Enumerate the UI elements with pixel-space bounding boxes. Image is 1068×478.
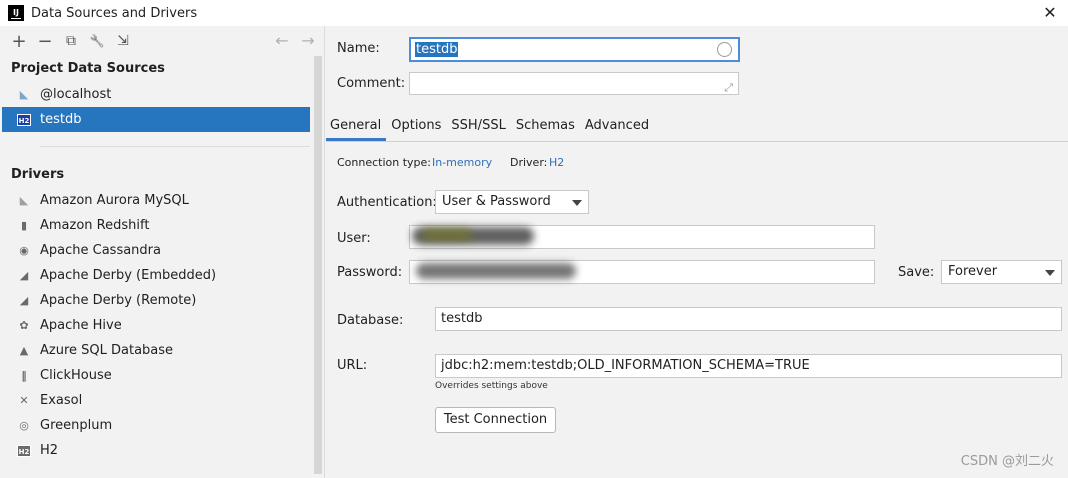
toolbar: + − ⧉ 🔧 ⇲ ← → (0, 26, 324, 56)
driver-apache-derby-remote[interactable]: ◢ Apache Derby (Remote) (0, 288, 324, 313)
derby-hat-icon: ◢ (19, 294, 29, 307)
authentication-label: Authentication: (337, 195, 437, 210)
driver-label: Apache Derby (Embedded) (40, 268, 217, 283)
mysql-dolphin-icon: ◣ (19, 194, 29, 207)
database-label: Database: (337, 313, 404, 328)
driver-label: Apache Hive (40, 318, 122, 333)
url-label: URL: (337, 358, 368, 373)
user-label: User: (337, 231, 371, 246)
separator (40, 146, 310, 147)
chevron-down-icon (1045, 270, 1055, 276)
driver-label: Greenplum (40, 418, 113, 433)
add-icon[interactable]: + (8, 30, 30, 52)
mysql-dolphin-icon: ◣ (19, 88, 29, 101)
driver-label: Driver: (510, 156, 548, 169)
driver-label: Azure SQL Database (40, 343, 174, 358)
driver-amazon-redshift[interactable]: ▮ Amazon Redshift (0, 213, 324, 238)
tab-general[interactable]: General (326, 112, 387, 141)
redacted-password (416, 263, 576, 279)
wrench-icon[interactable]: 🔧 (86, 30, 108, 52)
save-value: Forever (948, 264, 998, 279)
driver-amazon-aurora-mysql[interactable]: ◣ Amazon Aurora MySQL (0, 188, 324, 213)
driver-greenplum[interactable]: ◎ Greenplum (0, 413, 324, 438)
authentication-dropdown[interactable]: User & Password (435, 190, 589, 214)
azure-icon: ▲ (19, 344, 29, 357)
driver-apache-derby-embedded[interactable]: ◢ Apache Derby (Embedded) (0, 263, 324, 288)
tab-advanced[interactable]: Advanced (580, 112, 654, 141)
redacted-user-overlay (422, 228, 472, 241)
save-dropdown[interactable]: Forever (941, 260, 1062, 284)
sidebar-scrollbar[interactable] (314, 56, 322, 474)
url-field[interactable]: jdbc:h2:mem:testdb;OLD_INFORMATION_SCHEM… (435, 354, 1062, 378)
remove-icon[interactable]: − (34, 30, 56, 52)
cassandra-eye-icon: ◉ (19, 244, 29, 257)
greenplum-icon: ◎ (19, 419, 29, 432)
watermark: CSDN @刘二火 (960, 454, 1054, 469)
intellij-logo-icon: IJ (8, 5, 24, 21)
driver-apache-cassandra[interactable]: ◉ Apache Cassandra (0, 238, 324, 263)
tab-options[interactable]: Options (386, 112, 446, 141)
comment-field[interactable]: ⤢ (409, 72, 739, 95)
clickhouse-icon: ‖ (21, 369, 27, 382)
driver-label: Amazon Redshift (40, 218, 150, 233)
derby-hat-icon: ◢ (19, 269, 29, 282)
comment-label: Comment: (337, 76, 406, 91)
redshift-icon: ▮ (20, 219, 28, 232)
database-value: testdb (441, 311, 483, 326)
connection-type-label: Connection type: (337, 156, 432, 169)
duplicate-icon[interactable]: ⧉ (60, 30, 82, 52)
import-icon[interactable]: ⇲ (112, 30, 134, 52)
tab-schemas[interactable]: Schemas (511, 112, 580, 141)
back-arrow-icon[interactable]: ← (271, 30, 293, 52)
driver-label: ClickHouse (40, 368, 112, 383)
driver-label: H2 (40, 443, 59, 458)
left-panel: + − ⧉ 🔧 ⇲ ← → Project Data Sources ◣ @lo… (0, 26, 325, 478)
driver-link[interactable]: H2 (549, 156, 564, 169)
exasol-icon: ✕ (19, 394, 29, 407)
driver-azure-sql-database[interactable]: ▲ Azure SQL Database (0, 338, 324, 363)
drivers-header: Drivers (11, 167, 65, 182)
datasource-testdb[interactable]: H2 testdb (2, 107, 310, 132)
datasource-localhost[interactable]: ◣ @localhost (0, 82, 324, 107)
close-button[interactable]: ✕ (1040, 3, 1060, 23)
expand-icon[interactable]: ⤢ (724, 77, 733, 94)
save-label: Save: (898, 265, 935, 280)
right-panel: Name: testdb Comment: ⤢ General Options … (326, 26, 1068, 478)
driver-h2[interactable]: H2 H2 (0, 438, 324, 463)
authentication-value: User & Password (442, 194, 551, 209)
window-title: Data Sources and Drivers (31, 5, 198, 21)
title-bar: IJ Data Sources and Drivers ✕ (0, 0, 1068, 26)
connection-type-link[interactable]: In-memory (432, 156, 492, 169)
driver-label: Apache Cassandra (40, 243, 161, 258)
h2-icon: H2 (16, 443, 32, 459)
name-field[interactable]: testdb (409, 37, 740, 62)
driver-clickhouse[interactable]: ‖ ClickHouse (0, 363, 324, 388)
database-field[interactable]: testdb (435, 307, 1062, 331)
driver-label: Exasol (40, 393, 83, 408)
driver-apache-hive[interactable]: ✿ Apache Hive (0, 313, 324, 338)
driver-label: Amazon Aurora MySQL (40, 193, 189, 208)
test-connection-button[interactable]: Test Connection (435, 407, 556, 433)
chevron-down-icon (572, 200, 582, 206)
name-value: testdb (415, 42, 459, 57)
h2-icon: H2 (16, 112, 32, 128)
datasource-label: @localhost (40, 87, 112, 102)
tab-ssh-ssl[interactable]: SSH/SSL (446, 112, 510, 141)
url-hint: Overrides settings above (435, 381, 548, 391)
color-circle-icon[interactable] (717, 42, 732, 57)
driver-exasol[interactable]: ✕ Exasol (0, 388, 324, 413)
hive-icon: ✿ (19, 319, 29, 332)
url-value: jdbc:h2:mem:testdb;OLD_INFORMATION_SCHEM… (441, 358, 810, 373)
password-label: Password: (337, 265, 403, 280)
driver-label: Apache Derby (Remote) (40, 293, 197, 308)
tab-bar: General Options SSH/SSL Schemas Advanced (326, 112, 1068, 142)
datasource-label: testdb (40, 112, 82, 127)
name-label: Name: (337, 41, 380, 56)
forward-arrow-icon[interactable]: → (297, 30, 319, 52)
project-data-sources-header: Project Data Sources (11, 61, 165, 76)
